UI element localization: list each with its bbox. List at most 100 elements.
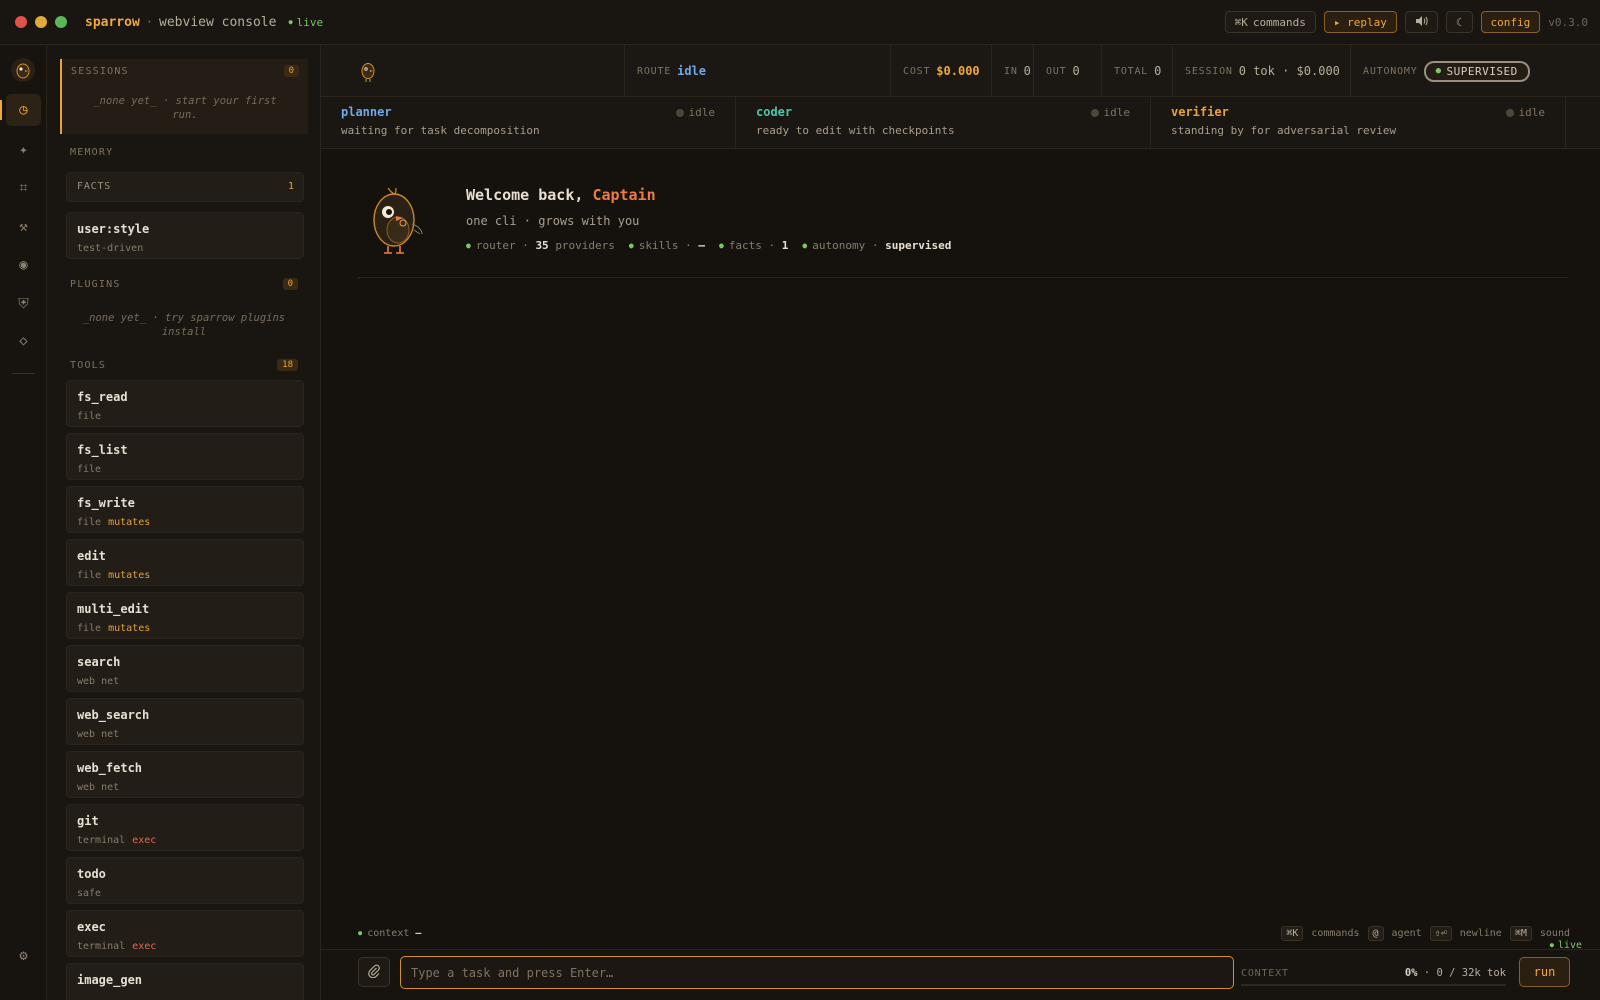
maximize-window-button[interactable]	[55, 16, 67, 28]
tool-meta: web net	[77, 782, 119, 793]
close-window-button[interactable]	[15, 16, 27, 28]
tool-card[interactable]: git terminal exec	[66, 804, 304, 851]
tool-meta: file mutates	[77, 623, 150, 634]
tools-icon: ⚒	[19, 219, 28, 235]
context-meter-tokens: · 0 / 32k tok	[1423, 967, 1506, 979]
tools-title: TOOLS	[70, 359, 107, 371]
commands-button[interactable]: ⌘K commands	[1224, 11, 1316, 33]
out-label: OUT	[1046, 65, 1067, 77]
shortcut-hints: ⌘K commands @ agent ⇧⏎ newline ⌘M sound	[1281, 926, 1570, 941]
sessions-empty-note: _none yet_ · start your first run.	[93, 95, 277, 121]
autonomy-toggle[interactable]: ● SUPERVISED	[1423, 60, 1530, 82]
tool-meta: terminal exec	[77, 835, 156, 846]
router-stat-value: 35	[535, 239, 549, 252]
tool-card[interactable]: fs_read file	[66, 380, 304, 427]
agent-description: ready to edit with checkpoints	[756, 124, 955, 137]
router-stat-suffix: providers	[555, 239, 615, 252]
tool-category: file	[77, 570, 102, 581]
rail-target-button[interactable]: ◉	[6, 249, 41, 281]
hint-newline-label: newline	[1459, 928, 1502, 939]
tool-name: git	[77, 814, 99, 828]
kbd-agent: @	[1367, 926, 1384, 941]
autonomy-stat-value: supervised	[885, 239, 952, 252]
hint-commands-label: commands	[1311, 928, 1360, 939]
sessions-header: SESSIONS 0	[71, 65, 299, 77]
paperclip-icon	[367, 964, 381, 981]
router-stat: ● router · 35 providers	[466, 239, 615, 252]
facts-card[interactable]: FACTS 1	[66, 172, 304, 202]
app-subtitle: webview console	[159, 14, 277, 30]
minimize-window-button[interactable]	[35, 16, 47, 28]
rail-clock-button[interactable]: ◷	[0, 94, 41, 126]
moon-icon: ☾	[1455, 15, 1463, 29]
context-meter-value: 0% · 0 / 32k tok	[1405, 967, 1506, 979]
skills-stat: ● skills · —	[628, 239, 705, 252]
route-value: idle	[677, 64, 707, 78]
agent-card-verifier[interactable]: verifier standing by for adversarial rev…	[1151, 97, 1566, 149]
memory-item-value: test-driven	[77, 243, 144, 254]
composer: CONTEXT 0% · 0 / 32k tok run	[321, 949, 1600, 1000]
commands-label: commands	[1252, 15, 1306, 29]
context-meter-bar	[1241, 984, 1506, 986]
out-value: 0	[1072, 64, 1080, 78]
memory-item-meta: test-driven	[77, 243, 143, 254]
agent-card-coder[interactable]: coder ready to edit with checkpoints idl…	[736, 97, 1151, 149]
cost-label: COST	[903, 65, 931, 77]
welcome-panel: Welcome back, Captain one cli · grows wi…	[358, 170, 1568, 278]
rail-diamond-button[interactable]: ◇	[6, 325, 41, 357]
welcome-stats: ● router · 35 providers ● skills · — ● fact…	[466, 239, 951, 252]
diamond-icon: ◇	[19, 333, 28, 349]
tool-card[interactable]: edit file mutates	[66, 539, 304, 586]
sound-toggle-button[interactable]	[1404, 11, 1438, 33]
rail-shield-button[interactable]: ⛨	[6, 288, 41, 320]
title-bar: sparrow · webview console live ⌘K comman…	[0, 0, 1600, 45]
tool-card[interactable]: multi_edit file mutates	[66, 592, 304, 639]
plugins-empty-note: _none yet_ · try sparrow plugins install	[82, 312, 286, 338]
tool-name: web_fetch	[77, 761, 143, 775]
tool-name: edit	[77, 549, 106, 563]
tool-card[interactable]: image_gen	[66, 963, 304, 1000]
tool-category: web net	[77, 729, 120, 740]
live-indicator: live	[288, 16, 324, 29]
commands-kbd: ⌘K	[1234, 15, 1248, 29]
autonomy-value: SUPERVISED	[1446, 64, 1518, 78]
tool-name: web_search	[77, 708, 150, 722]
autonomy-status-dot: ●	[1435, 66, 1442, 76]
attach-button[interactable]	[358, 957, 390, 987]
context-indicator-value: —	[415, 928, 422, 939]
agent-description: waiting for task decomposition	[341, 124, 540, 137]
task-input[interactable]	[400, 956, 1234, 989]
tool-card[interactable]: fs_list file	[66, 433, 304, 480]
memory-item-name: user:style	[77, 222, 150, 236]
config-button[interactable]: config	[1480, 11, 1541, 33]
run-button[interactable]: run	[1519, 957, 1570, 987]
tool-card[interactable]: web_searchweb net	[66, 698, 304, 745]
tool-card[interactable]: fs_write file mutates	[66, 486, 304, 533]
plugins-count-badge: 0	[282, 278, 298, 290]
agent-card-planner[interactable]: planner waiting for task decomposition i…	[321, 97, 736, 149]
rail-crop-button[interactable]: ⌗	[6, 172, 41, 204]
facts-stat-value: 1	[781, 239, 789, 252]
title-separator: ·	[145, 15, 154, 29]
tool-meta: safe	[77, 888, 101, 899]
agent-strip: planner waiting for task decomposition i…	[321, 97, 1600, 149]
rail-settings-button[interactable]: ⚙	[6, 940, 41, 972]
rail-sparkle-button[interactable]: ✦	[6, 134, 41, 166]
tool-card[interactable]: web_fetchweb net	[66, 751, 304, 798]
tool-category: file	[77, 517, 102, 528]
version-label: v0.3.0	[1548, 15, 1588, 29]
tool-name: fs_list	[77, 443, 128, 457]
agent-name: planner	[341, 105, 392, 119]
session-value: 0 tok · $0.000	[1238, 64, 1340, 78]
tool-card[interactable]: exec terminal exec	[66, 910, 304, 957]
replay-button[interactable]: ▸ replay	[1323, 11, 1397, 33]
facts-label: FACTS	[77, 181, 112, 192]
rail-tools-button[interactable]: ⚒	[6, 211, 41, 243]
tool-card[interactable]: todo safe	[66, 857, 304, 904]
autonomy-stat: ● autonomy · supervised	[802, 239, 952, 252]
theme-toggle-button[interactable]: ☾	[1445, 11, 1473, 33]
tool-card[interactable]: search web net	[66, 645, 304, 692]
memory-item[interactable]: user:style test-driven	[66, 212, 304, 259]
context-indicator-label: context	[367, 928, 410, 939]
out-cell: OUT 0	[1033, 45, 1091, 97]
